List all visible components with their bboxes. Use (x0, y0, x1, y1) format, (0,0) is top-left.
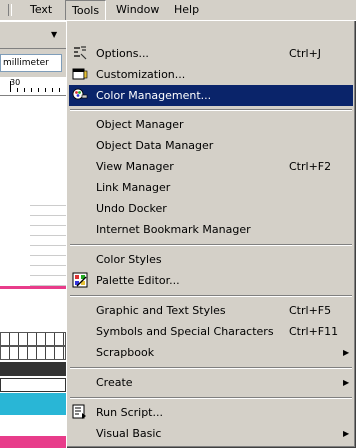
menu-item-shortcut: Ctrl+F2 (289, 160, 332, 173)
menu-item-graphic-text-styles[interactable]: Graphic and Text Styles Ctrl+F5 (69, 300, 353, 321)
magenta-stripe (0, 436, 66, 448)
menu-item-label: Link Manager (96, 181, 171, 194)
menu-item-shortcut: Ctrl+F5 (289, 304, 332, 317)
menu-item-label: Symbols and Special Characters (96, 325, 274, 338)
customization-icon (72, 66, 88, 82)
menu-item-label: View Manager (96, 160, 174, 173)
menu-item-label: Run Script... (96, 406, 163, 419)
submenu-arrow-icon: ▶ (343, 378, 350, 387)
white-stripe (0, 418, 66, 432)
tools-menu: Options... Ctrl+J Customization... Color… (66, 20, 356, 448)
palette-editor-icon (72, 272, 88, 288)
menu-tools[interactable]: Tools (65, 0, 107, 20)
menu-item-label: Visual Basic (96, 427, 162, 440)
menu-item-customization[interactable]: Customization... (69, 64, 353, 85)
menu-separator (70, 397, 352, 399)
menu-item-run-script[interactable]: Run Script... (69, 402, 353, 423)
pattern-row (0, 346, 66, 360)
menu-item-label: Graphic and Text Styles (96, 304, 226, 317)
menu-item-label: Options... (96, 47, 149, 60)
menu-item-label: Customization... (96, 68, 186, 81)
menu-help[interactable]: Help (168, 0, 205, 20)
ruler-label: 30 (10, 78, 21, 87)
menu-item-visual-basic[interactable]: Visual Basic ▶ (69, 423, 353, 444)
pink-stripe (0, 286, 66, 289)
menu-item-label: Object Manager (96, 118, 184, 131)
menu-separator (70, 367, 352, 369)
black-stripe (0, 362, 66, 376)
menu-item-shortcut: Ctrl+F11 (289, 325, 339, 338)
menu-item-object-data-manager[interactable]: Object Data Manager (69, 135, 353, 156)
menu-item-color-styles[interactable]: Color Styles (69, 249, 353, 270)
units-field[interactable]: millimeter (0, 54, 62, 72)
menu-window[interactable]: Window (110, 0, 165, 20)
ruler: 30 (0, 78, 66, 96)
faded-objects (30, 205, 66, 295)
menu-item-label: Create (96, 376, 133, 389)
options-icon (72, 45, 88, 61)
cyan-stripe (0, 393, 66, 415)
ruler-ticks (10, 88, 62, 92)
menu-item-shortcut: Ctrl+J (289, 47, 322, 60)
submenu-arrow-icon: ▶ (343, 429, 350, 438)
run-script-icon (72, 404, 88, 420)
menu-text[interactable]: Text (24, 0, 58, 20)
menu-item-label: Color Styles (96, 253, 162, 266)
menu-item-link-manager[interactable]: Link Manager (69, 177, 353, 198)
menu-item-label: Object Data Manager (96, 139, 214, 152)
menu-item-options[interactable]: Options... Ctrl+J (69, 43, 353, 64)
menu-item-label: Palette Editor... (96, 274, 180, 287)
menu-bar: Text Tools Window Help (0, 0, 356, 21)
menu-item-internet-bookmark-manager[interactable]: Internet Bookmark Manager (69, 219, 353, 240)
menu-item-scrapbook[interactable]: Scrapbook ▶ (69, 342, 353, 363)
menu-item-label: Undo Docker (96, 202, 167, 215)
menu-item-label: Scrapbook (96, 346, 155, 359)
menu-item-label: Internet Bookmark Manager (96, 223, 251, 236)
chevron-down-icon[interactable]: ▼ (51, 30, 57, 39)
white-stripe (0, 378, 66, 392)
menu-item-color-management[interactable]: Color Management... (69, 85, 353, 106)
color-management-icon (72, 87, 88, 103)
menu-separator (70, 109, 352, 111)
units-bar: millimeter (0, 49, 66, 77)
menu-item-label: Color Management... (96, 89, 212, 102)
menu-item-create[interactable]: Create ▶ (69, 372, 353, 393)
menu-item-view-manager[interactable]: View Manager Ctrl+F2 (69, 156, 353, 177)
menu-item-symbols-special-characters[interactable]: Symbols and Special Characters Ctrl+F11 (69, 321, 353, 342)
menu-item-palette-editor[interactable]: Palette Editor... (69, 270, 353, 291)
property-bar: ▼ (0, 22, 66, 49)
menu-item-undo-docker[interactable]: Undo Docker (69, 198, 353, 219)
submenu-arrow-icon: ▶ (343, 348, 350, 357)
menubar-separator (8, 4, 12, 16)
menu-separator (70, 244, 352, 246)
pattern-row (0, 332, 66, 346)
menu-separator (70, 295, 352, 297)
menu-item-object-manager[interactable]: Object Manager (69, 114, 353, 135)
